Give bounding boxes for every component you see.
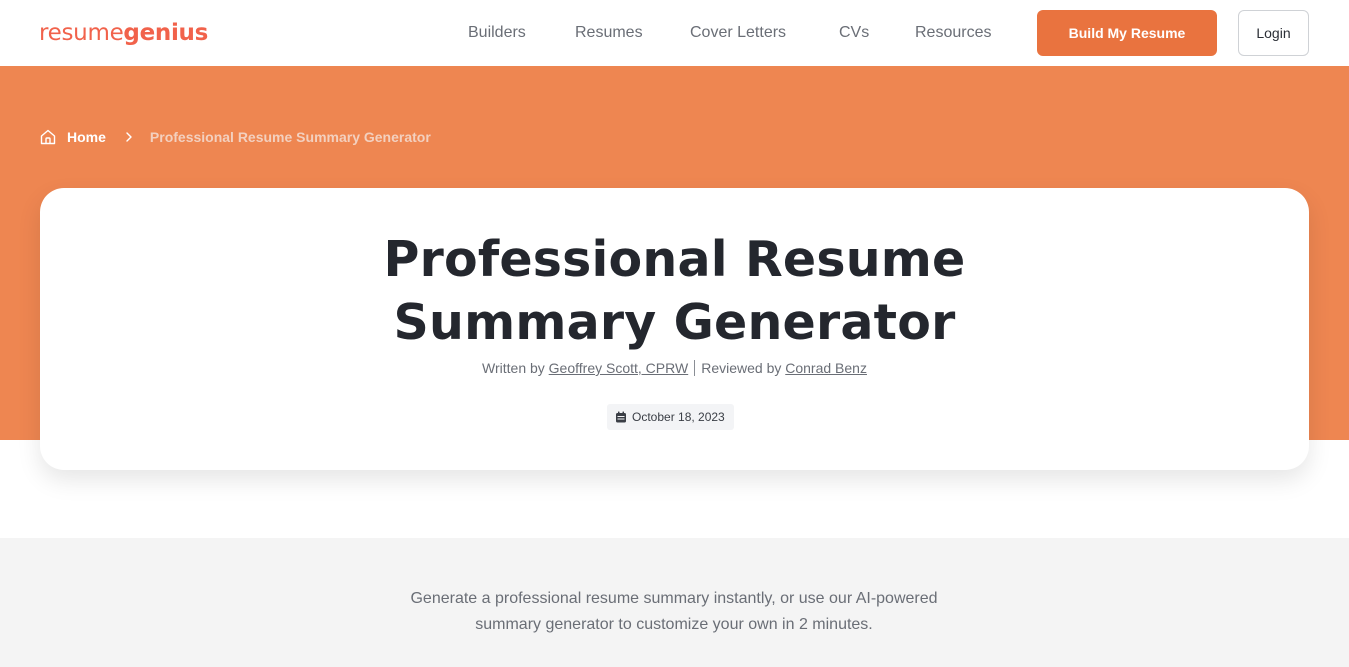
intro-text-line-2: summary generator to customize your own …: [475, 616, 873, 633]
nav-resumes[interactable]: Resumes: [575, 22, 643, 44]
login-button[interactable]: Login: [1238, 10, 1309, 56]
nav-resources[interactable]: Resources: [915, 22, 991, 44]
page-title-line-2: Summary Generator: [393, 294, 956, 351]
site-header: resumegenius Builders Resumes Cover Lett…: [0, 0, 1349, 66]
logo-part-resume: resume: [39, 20, 124, 46]
build-my-resume-button[interactable]: Build My Resume: [1037, 10, 1217, 56]
byline-divider: [694, 360, 696, 376]
author-link[interactable]: Geoffrey Scott, CPRW: [549, 360, 689, 376]
nav-cover-letters[interactable]: Cover Letters: [690, 22, 786, 44]
nav-cvs[interactable]: CVs: [839, 22, 869, 44]
written-by-label: Written by: [482, 360, 545, 376]
publish-date: October 18, 2023: [632, 410, 725, 424]
home-icon[interactable]: [39, 128, 57, 146]
breadcrumb: Home Professional Resume Summary Generat…: [39, 127, 431, 147]
page-title: Professional Resume Summary Generator: [40, 228, 1309, 354]
nav-builders[interactable]: Builders: [468, 22, 526, 44]
logo[interactable]: resumegenius: [39, 18, 208, 48]
byline: Written by Geoffrey Scott, CPRW Reviewed …: [40, 358, 1309, 378]
intro-text-line-1: Generate a professional resume summary i…: [410, 590, 938, 607]
breadcrumb-current: Professional Resume Summary Generator: [149, 129, 431, 145]
calendar-icon: [615, 411, 627, 423]
intro-section: Generate a professional resume summary i…: [0, 538, 1349, 667]
chevron-right-icon: [124, 131, 134, 143]
logo-part-genius: genius: [123, 20, 209, 46]
intro-text: Generate a professional resume summary i…: [374, 586, 974, 638]
title-card: Professional Resume Summary Generator Wr…: [40, 188, 1309, 470]
breadcrumb-home-link[interactable]: Home: [67, 129, 106, 145]
page-title-line-1: Professional Resume: [383, 231, 966, 288]
date-badge: October 18, 2023: [607, 404, 734, 430]
reviewed-by-label: Reviewed by: [701, 360, 782, 376]
reviewer-link[interactable]: Conrad Benz: [785, 360, 867, 376]
